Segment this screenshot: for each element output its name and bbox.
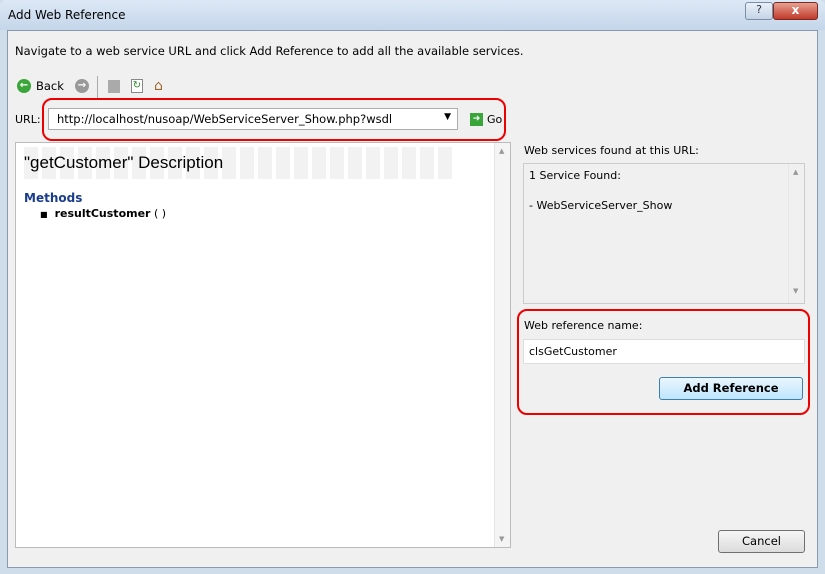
services-scrollbar[interactable]: ▲ ▼ — [788, 164, 804, 303]
reference-name-label: Web reference name: — [524, 319, 643, 332]
cancel-button[interactable]: Cancel — [718, 530, 805, 553]
url-label: URL: — [15, 113, 41, 126]
back-icon: ← — [17, 79, 31, 93]
back-button[interactable]: ← Back — [17, 77, 64, 95]
close-button[interactable]: x — [773, 2, 818, 20]
stop-button[interactable] — [108, 77, 120, 95]
browser-scrollbar[interactable]: ▲ ▼ — [494, 143, 510, 547]
refresh-icon: ↻ — [131, 79, 143, 93]
instruction-text: Navigate to a web service URL and click … — [15, 44, 524, 58]
methods-heading: Methods — [24, 191, 83, 205]
refresh-button[interactable]: ↻ — [131, 77, 143, 95]
reference-name-input[interactable]: clsGetCustomer — [523, 339, 805, 364]
dropdown-arrow-icon[interactable]: ▼ — [444, 112, 451, 122]
forward-icon: → — [75, 79, 89, 93]
go-arrow-icon: ➜ — [470, 113, 483, 126]
url-combobox[interactable]: http://localhost/nusoap/WebServiceServer… — [48, 108, 458, 130]
browser-pane: "getCustomer" Description Methods ■ resu… — [15, 142, 511, 548]
title-bar: Add Web Reference ? x — [0, 0, 825, 30]
go-button[interactable]: ➜ Go — [470, 113, 502, 126]
url-value: http://localhost/nusoap/WebServiceServer… — [57, 112, 393, 126]
service-item[interactable]: - WebServiceServer_Show — [529, 199, 672, 212]
home-icon: ⌂ — [154, 78, 163, 94]
back-label: Back — [36, 79, 64, 93]
forward-button[interactable]: → — [75, 77, 89, 95]
services-label: Web services found at this URL: — [524, 144, 699, 157]
add-reference-button[interactable]: Add Reference — [659, 377, 803, 400]
method-args: ( ) — [150, 207, 167, 220]
method-item[interactable]: ■ resultCustomer ( ) — [40, 207, 166, 220]
services-count: 1 Service Found: — [529, 169, 621, 182]
method-name[interactable]: resultCustomer — [55, 207, 151, 220]
stop-icon — [108, 79, 120, 93]
toolbar-divider — [97, 76, 98, 98]
description-title: "getCustomer" Description — [24, 153, 224, 172]
go-label: Go — [487, 113, 503, 126]
help-button[interactable]: ? — [745, 2, 773, 20]
services-list: 1 Service Found: - WebServiceServer_Show… — [523, 163, 805, 304]
home-button[interactable]: ⌂ — [154, 77, 163, 95]
window-title: Add Web Reference — [8, 8, 126, 22]
